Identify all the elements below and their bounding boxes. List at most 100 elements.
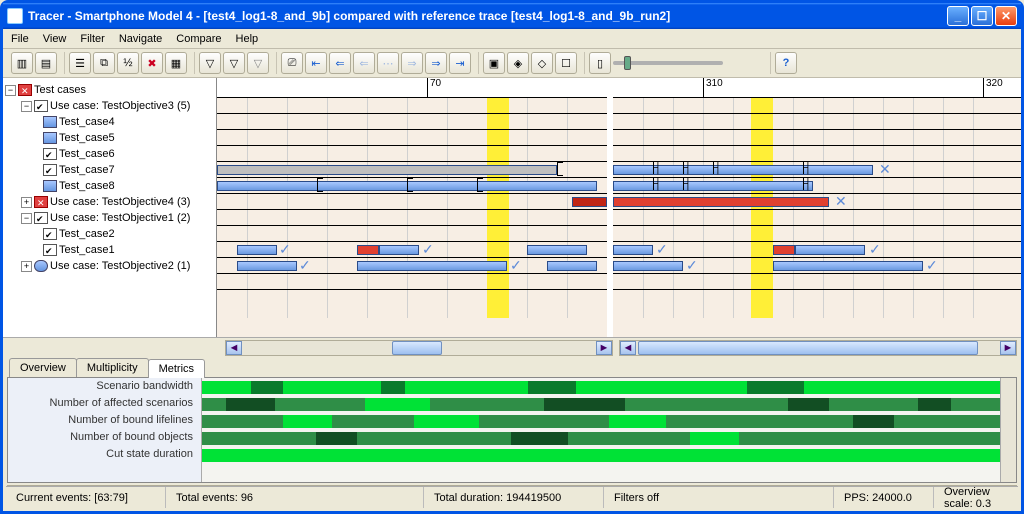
- bottom-tabs: Overview Multiplicity Metrics: [3, 356, 1021, 377]
- tree-uc3[interactable]: −Use case: TestObjective3 (5): [5, 98, 214, 114]
- menu-help[interactable]: Help: [236, 33, 259, 45]
- metrics-panel: Scenario bandwidth Number of affected sc…: [7, 377, 1017, 483]
- ruler-tick-70: 70: [427, 78, 441, 98]
- status-total: Total events: 96: [166, 487, 424, 508]
- tree-tc4[interactable]: Test_case4: [5, 114, 214, 130]
- metric-lifelines: Number of bound lifelines: [8, 412, 201, 429]
- timeline-right-pane[interactable]: 310 320 ✕ ┤┤┤┤ ┤┤┤: [613, 78, 1021, 337]
- tree-uc1[interactable]: −Use case: TestObjective1 (2): [5, 210, 214, 226]
- window-title: Tracer - Smartphone Model 4 - [test4_log…: [28, 9, 947, 23]
- filter-add-icon[interactable]: ▽: [223, 52, 245, 74]
- toolbtn-6[interactable]: ✖: [141, 52, 163, 74]
- timeline-container: 70: [217, 78, 1021, 337]
- row-tc7: [217, 178, 607, 194]
- toolbtn-h1[interactable]: ▯: [589, 52, 611, 74]
- scrollbar-right[interactable]: ◄ ►: [619, 340, 1017, 356]
- tree-root[interactable]: −Test cases: [5, 82, 214, 98]
- metric-objects: Number of bound objects: [8, 429, 201, 446]
- status-filters: Filters off: [604, 487, 834, 508]
- row-tc2: ✓ ✓: [217, 242, 607, 258]
- titlebar: Tracer - Smartphone Model 4 - [test4_log…: [3, 3, 1021, 29]
- toolbtn-g4[interactable]: ☐: [555, 52, 577, 74]
- metrics-heatmap[interactable]: [202, 378, 1016, 482]
- row-root: [217, 98, 607, 114]
- main-area: −Test cases −Use case: TestObjective3 (5…: [3, 78, 1021, 338]
- close-button[interactable]: ✕: [995, 6, 1017, 26]
- row-tc8: [217, 194, 607, 210]
- toolbtn-2[interactable]: ▤: [35, 52, 57, 74]
- scrollbar-left[interactable]: ◄ ►: [225, 340, 613, 356]
- toolbtn-4[interactable]: ⧉: [93, 52, 115, 74]
- minimize-button[interactable]: _: [947, 6, 969, 26]
- tree-tc5[interactable]: Test_case5: [5, 130, 214, 146]
- arrow-first-icon[interactable]: ⇤: [305, 52, 327, 74]
- app-icon: [7, 8, 23, 24]
- tree-tc1[interactable]: Test_case1: [5, 242, 214, 258]
- metrics-vscroll[interactable]: [1000, 378, 1016, 482]
- tree-uc2[interactable]: +Use case: TestObjective2 (1): [5, 258, 214, 274]
- menubar: File View Filter Navigate Compare Help: [3, 29, 1021, 49]
- test-tree[interactable]: −Test cases −Use case: TestObjective3 (5…: [3, 78, 217, 337]
- row2-tc2: ✓ ✓: [613, 242, 1021, 258]
- maximize-button[interactable]: ☐: [971, 6, 993, 26]
- toolbar: ▥ ▤ ☰ ⧉ ½ ✖ ▦ ▽ ▽ ▽ ⎚ ⇤ ⇐ ⇐ ⋯ ⇒ ⇒ ⇥ ▣ ◈ …: [3, 49, 1021, 78]
- zoom-slider[interactable]: [613, 52, 723, 74]
- help-icon[interactable]: ?: [775, 52, 797, 74]
- tree-tc6[interactable]: Test_case6: [5, 146, 214, 162]
- status-current: Current events: [63:79]: [6, 487, 166, 508]
- row-tc1: ✓ ✓: [217, 258, 607, 274]
- metrics-labels: Scenario bandwidth Number of affected sc…: [8, 378, 202, 482]
- statusbar: Current events: [63:79] Total events: 96…: [6, 486, 1018, 508]
- menu-compare[interactable]: Compare: [176, 33, 221, 45]
- row-tc5: [217, 146, 607, 162]
- toolbtn-3[interactable]: ☰: [69, 52, 91, 74]
- toolbtn-g1[interactable]: ▣: [483, 52, 505, 74]
- metric-affected: Number of affected scenarios: [8, 395, 201, 412]
- metric-cut: Cut state duration: [8, 446, 201, 463]
- menu-navigate[interactable]: Navigate: [119, 33, 162, 45]
- arrow-prev2-icon[interactable]: ⇐: [353, 52, 375, 74]
- row-tc6: [217, 162, 607, 178]
- tab-overview[interactable]: Overview: [9, 358, 77, 377]
- row-tc4: [217, 130, 607, 146]
- tree-uc4[interactable]: +Use case: TestObjective4 (3): [5, 194, 214, 210]
- status-pps: PPS: 24000.0: [834, 487, 934, 508]
- menu-filter[interactable]: Filter: [80, 33, 104, 45]
- arrow-next-icon[interactable]: ⇒: [425, 52, 447, 74]
- row-uc2: [217, 274, 607, 290]
- tree-tc7[interactable]: Test_case7: [5, 162, 214, 178]
- row-uc1: [217, 226, 607, 242]
- toolbtn-g2[interactable]: ◈: [507, 52, 529, 74]
- ruler-right: 310 320: [613, 78, 1021, 98]
- toolbtn-nav1[interactable]: ⎚: [281, 52, 303, 74]
- toolbtn-1[interactable]: ▥: [11, 52, 33, 74]
- arrow-last-icon[interactable]: ⇥: [449, 52, 471, 74]
- status-duration: Total duration: 194419500: [424, 487, 604, 508]
- arrow-dots-icon[interactable]: ⋯: [377, 52, 399, 74]
- arrow-prev-icon[interactable]: ⇐: [329, 52, 351, 74]
- ruler-tick-310: 310: [703, 78, 723, 98]
- row-uc3: [217, 114, 607, 130]
- metric-bandwidth: Scenario bandwidth: [8, 378, 201, 395]
- tab-multiplicity[interactable]: Multiplicity: [76, 358, 149, 377]
- filter-icon[interactable]: ▽: [199, 52, 221, 74]
- ruler-tick-320: 320: [983, 78, 1003, 98]
- tab-metrics[interactable]: Metrics: [148, 359, 205, 378]
- toolbtn-g3[interactable]: ◇: [531, 52, 553, 74]
- ruler-left: 70: [217, 78, 607, 98]
- tree-tc2[interactable]: Test_case2: [5, 226, 214, 242]
- row2-tc8: ✕: [613, 194, 1021, 210]
- arrow-next2-icon[interactable]: ⇒: [401, 52, 423, 74]
- tree-tc8[interactable]: Test_case8: [5, 178, 214, 194]
- filter-clear-icon[interactable]: ▽: [247, 52, 269, 74]
- row-uc4: [217, 210, 607, 226]
- timeline-left-pane[interactable]: 70: [217, 78, 607, 337]
- status-scale: Overview scale: 0.3: [934, 487, 1018, 508]
- toolbtn-7[interactable]: ▦: [165, 52, 187, 74]
- row2-tc6: ✕ ┤┤┤┤: [613, 162, 1021, 178]
- menu-view[interactable]: View: [43, 33, 67, 45]
- menu-file[interactable]: File: [11, 33, 29, 45]
- row2-tc7: ┤┤┤: [613, 178, 1021, 194]
- row2-tc1: ✓ ✓: [613, 258, 1021, 274]
- toolbtn-5[interactable]: ½: [117, 52, 139, 74]
